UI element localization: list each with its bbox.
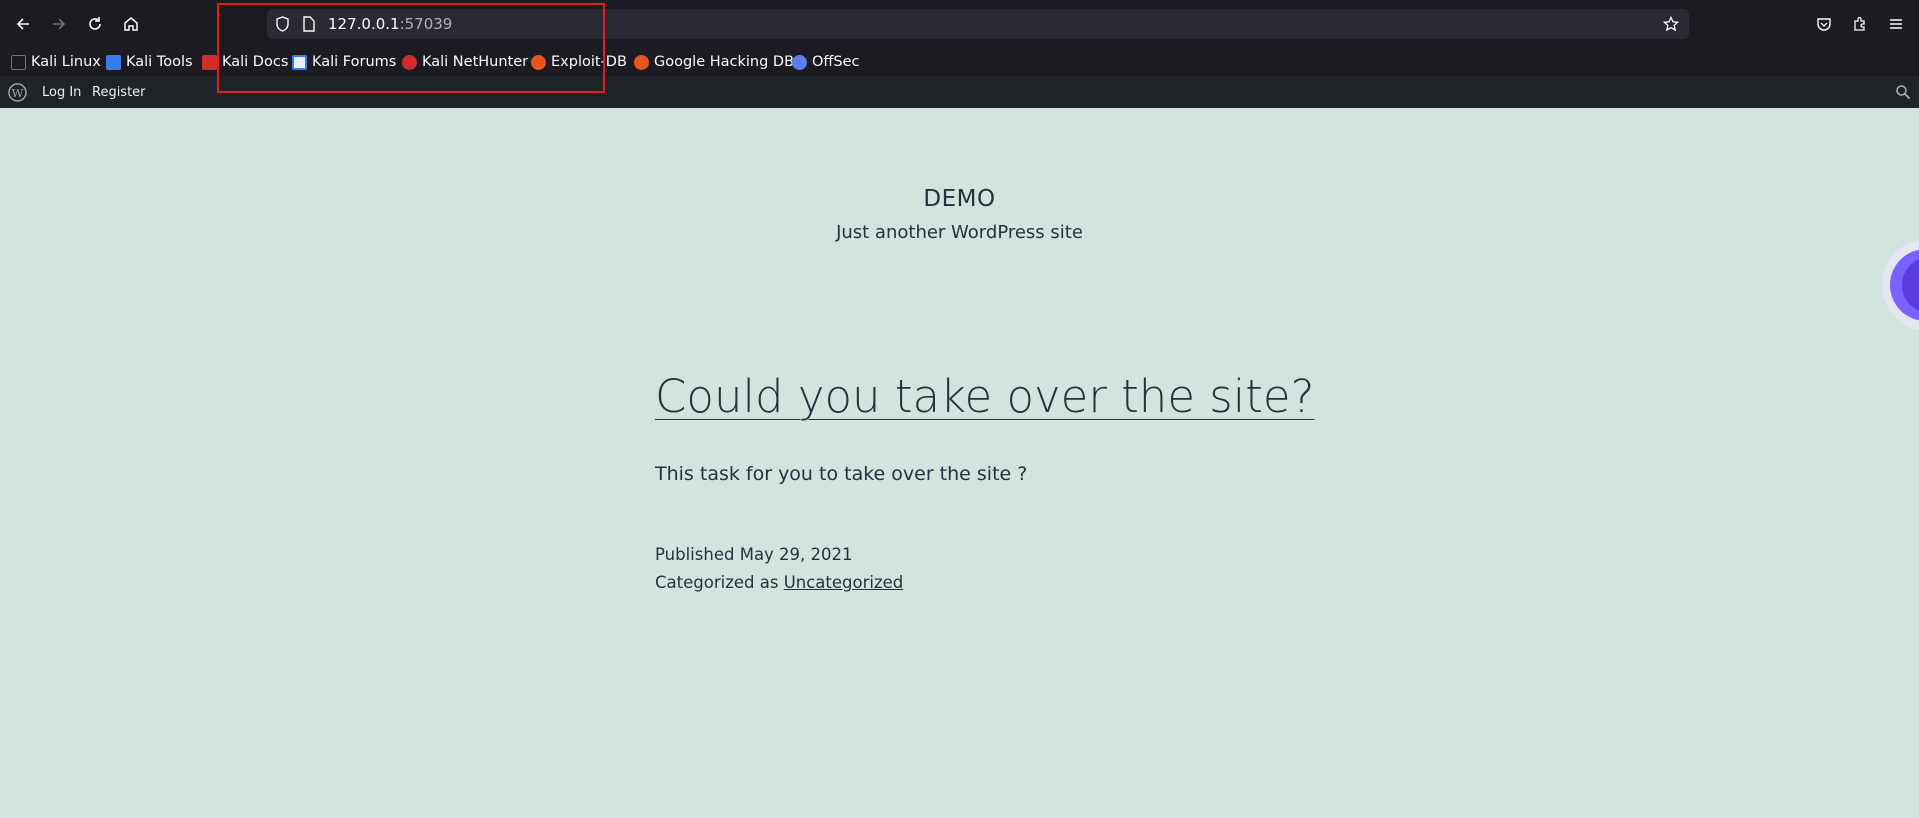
category-label: Categorized as: [655, 573, 779, 592]
pocket-icon[interactable]: [1812, 12, 1836, 36]
login-link[interactable]: Log In: [42, 76, 81, 108]
ghdb-icon: [634, 54, 649, 70]
exploit-db-icon: [531, 54, 546, 70]
bookmark-offsec[interactable]: OffSec: [792, 47, 860, 77]
page-icon[interactable]: [300, 16, 316, 32]
menu-icon[interactable]: [1884, 12, 1908, 36]
floating-assistant-icon[interactable]: [1878, 230, 1919, 340]
kali-docs-icon: [202, 54, 217, 70]
home-icon[interactable]: [118, 11, 144, 37]
post-title-link[interactable]: Could you take over the site?: [655, 370, 1314, 423]
bookmark-exploit-db[interactable]: Exploit-DB: [531, 47, 627, 77]
bookmarks-toolbar: Kali Linux Kali Tools Kali Docs Kali For…: [0, 47, 1919, 77]
published-date: May 29, 2021: [739, 545, 853, 564]
bookmark-kali-tools[interactable]: Kali Tools: [106, 47, 193, 77]
bookmark-label: Kali Forums: [312, 54, 397, 70]
post-published: Published May 29, 2021: [655, 545, 853, 564]
bookmark-label: Kali Tools: [126, 54, 193, 70]
kali-dragon-icon: [11, 54, 26, 70]
offsec-icon: [792, 54, 807, 70]
kali-nethunter-icon: [402, 54, 417, 70]
wordpress-logo-icon[interactable]: W: [8, 76, 27, 108]
bookmark-kali-docs[interactable]: Kali Docs: [202, 47, 288, 77]
wp-admin-bar: W Log In Register: [0, 76, 1919, 108]
bookmark-label: Kali Linux: [31, 54, 101, 70]
category-link[interactable]: Uncategorized: [784, 573, 904, 592]
bookmark-google-hacking-db[interactable]: Google Hacking DB: [634, 47, 794, 77]
site-title[interactable]: DEMO: [0, 186, 1919, 212]
register-link[interactable]: Register: [92, 76, 146, 108]
bookmark-label: Kali Docs: [222, 54, 289, 70]
bookmark-kali-forums[interactable]: Kali Forums: [292, 47, 396, 77]
extensions-icon[interactable]: [1848, 12, 1872, 36]
shield-icon[interactable]: [274, 16, 290, 32]
search-icon[interactable]: [1895, 76, 1911, 108]
url-bar[interactable]: 127.0.0.1:57039: [267, 9, 1689, 39]
url-port: :57039: [399, 15, 453, 33]
bookmark-kali-nethunter[interactable]: Kali NetHunter: [402, 47, 528, 77]
url-text[interactable]: 127.0.0.1:57039: [328, 15, 452, 33]
bookmark-label: Kali NetHunter: [422, 54, 529, 70]
kali-forums-icon: [292, 54, 307, 70]
reload-icon[interactable]: [82, 11, 108, 37]
svg-text:W: W: [12, 85, 24, 99]
bookmark-label: OffSec: [812, 54, 860, 70]
back-icon[interactable]: [10, 11, 36, 37]
browser-toolbar: 127.0.0.1:57039: [0, 0, 1919, 47]
url-host: 127.0.0.1: [328, 15, 400, 33]
bookmark-kali-linux[interactable]: Kali Linux: [11, 47, 101, 77]
star-icon[interactable]: [1663, 16, 1679, 32]
kali-tools-icon: [106, 54, 121, 70]
bookmark-label: Exploit-DB: [551, 54, 627, 70]
published-label: Published: [655, 545, 735, 564]
post-categories: Categorized as Uncategorized: [655, 573, 903, 592]
forward-icon[interactable]: [46, 11, 72, 37]
bookmark-label: Google Hacking DB: [654, 54, 795, 70]
post-content: This task for you to take over the site …: [655, 463, 1028, 485]
site-description: Just another WordPress site: [836, 222, 1083, 243]
